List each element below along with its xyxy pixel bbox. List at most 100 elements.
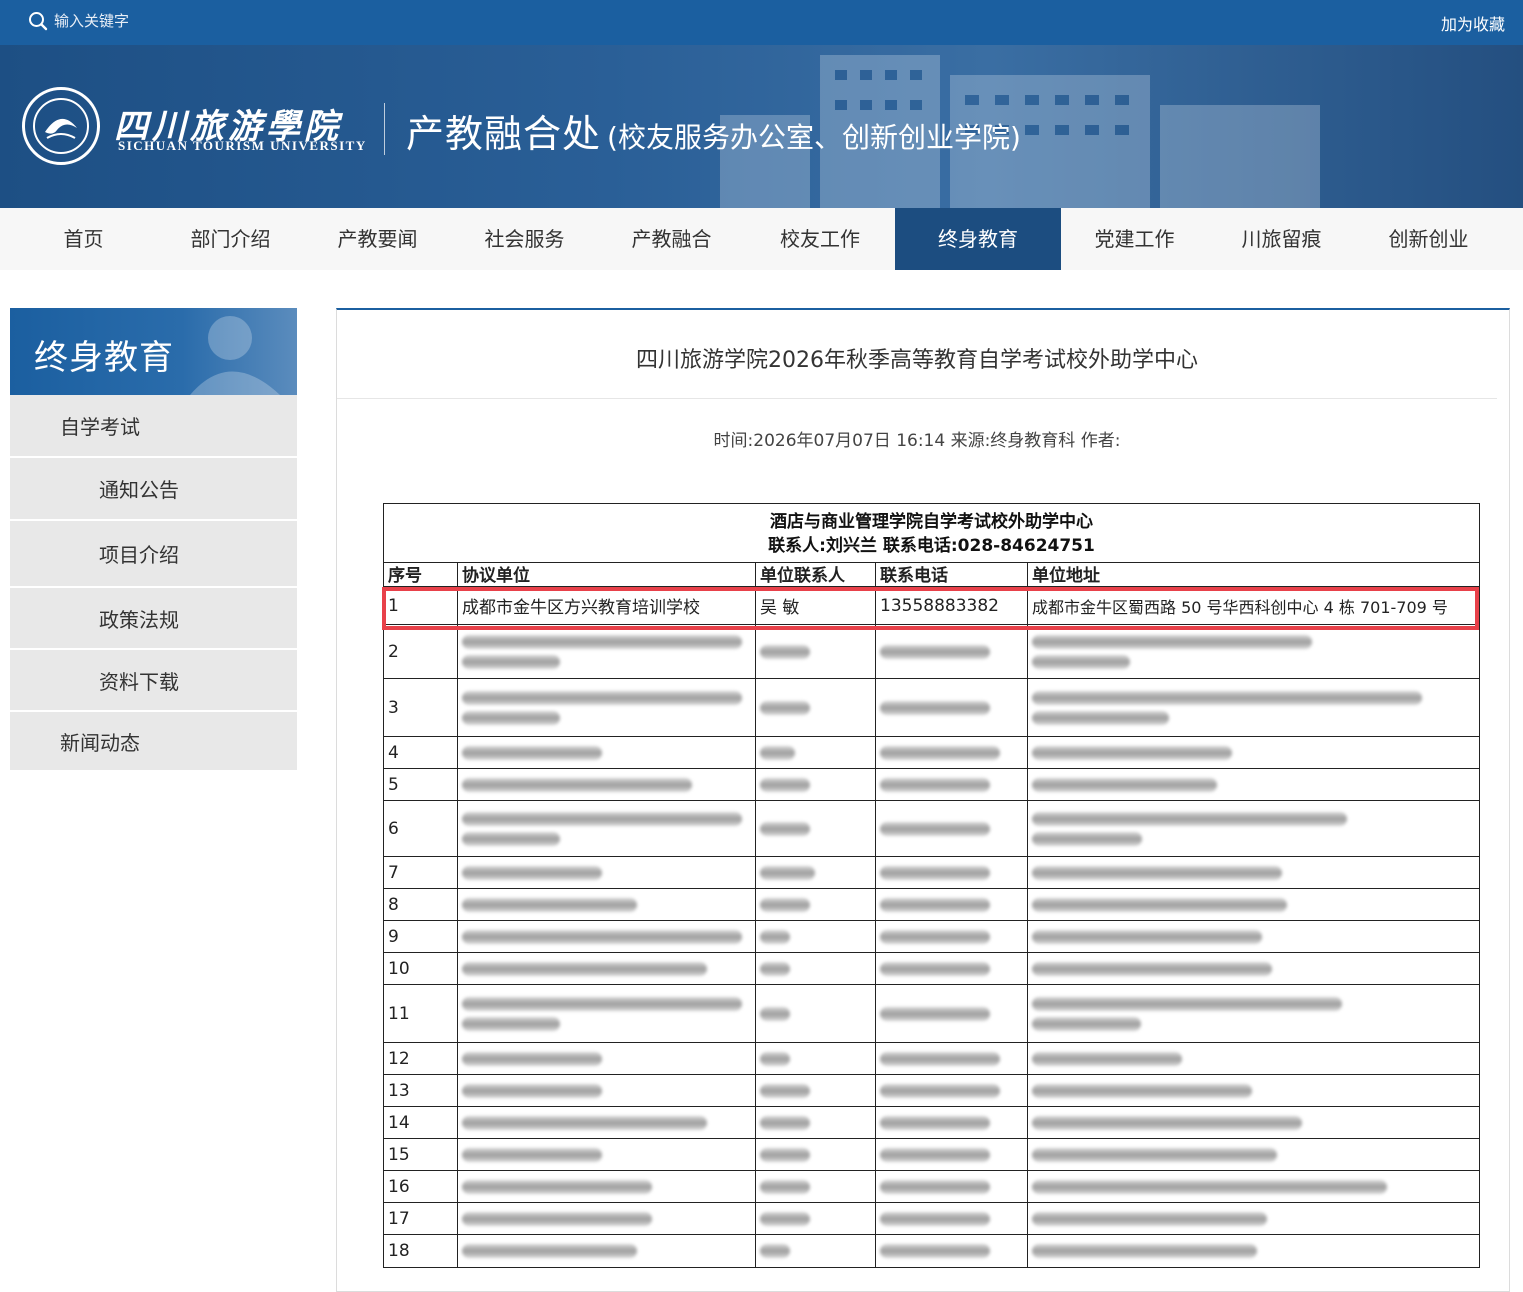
- redaction-blur: [1032, 1083, 1252, 1098]
- search-placeholder[interactable]: 输入关键字: [54, 10, 129, 31]
- redaction-blur: [760, 1051, 790, 1066]
- top-bar: 输入关键字 加为收藏: [0, 0, 1523, 45]
- redaction-blur: [1032, 929, 1262, 944]
- redaction-blur: [760, 700, 810, 715]
- row-no: 3: [384, 679, 458, 736]
- redaction-blur: [760, 961, 790, 976]
- redacted-cell: [756, 985, 876, 1042]
- redaction-blur: [1032, 1147, 1277, 1162]
- redaction-blur: [880, 929, 990, 944]
- sidebar-item-project-intro[interactable]: 项目介绍: [10, 521, 297, 588]
- redaction-blur: [462, 634, 742, 649]
- table-row: 4: [384, 737, 1479, 769]
- redaction-blur: [880, 1179, 990, 1194]
- redaction-blur: [1032, 1244, 1257, 1258]
- sidebar-item-policies[interactable]: 政策法规: [10, 588, 297, 650]
- sidebar-item-downloads[interactable]: 资料下载: [10, 650, 297, 712]
- redacted-cell: [1028, 625, 1479, 678]
- redaction-blur: [462, 1115, 707, 1130]
- sidebar-item-notices[interactable]: 通知公告: [10, 458, 297, 521]
- row-no: 5: [384, 769, 458, 800]
- row-no: 6: [384, 801, 458, 856]
- redaction-blur: [760, 1115, 810, 1130]
- row-unit: 成都市金牛区方兴教育培训学校: [458, 587, 756, 624]
- redaction-blur: [1032, 865, 1282, 880]
- redaction-blur: [760, 1179, 810, 1194]
- redacted-cell: [458, 769, 756, 800]
- sidebar-item-news[interactable]: 新闻动态: [10, 712, 297, 772]
- redacted-cell: [1028, 1139, 1479, 1170]
- redacted-cell: [756, 1139, 876, 1170]
- redacted-cell: [756, 679, 876, 736]
- banner-divider: [384, 103, 385, 155]
- redaction-blur: [760, 929, 790, 944]
- redaction-blur: [1032, 1211, 1267, 1226]
- redacted-cell: [876, 801, 1028, 856]
- table-row: 8: [384, 889, 1479, 921]
- nav-item-about[interactable]: 部门介绍: [157, 208, 304, 270]
- redaction-blur: [462, 1147, 602, 1162]
- nav-item-history[interactable]: 川旅留痕: [1208, 208, 1355, 270]
- redaction-blur: [880, 1211, 990, 1226]
- redaction-blur: [1032, 1179, 1387, 1194]
- redaction-blur: [1032, 745, 1232, 760]
- redaction-blur: [462, 929, 742, 944]
- redaction-blur: [462, 897, 637, 912]
- redaction-blur: [462, 710, 560, 725]
- redaction-blur: [462, 1016, 560, 1031]
- row-no: 1: [384, 587, 458, 624]
- redaction-blur: [462, 1051, 602, 1066]
- redaction-blur: [760, 777, 810, 792]
- redacted-cell: [1028, 921, 1479, 952]
- redaction-blur: [760, 821, 810, 836]
- redacted-cell: [756, 1043, 876, 1074]
- redaction-blur: [760, 1211, 810, 1226]
- redacted-cell: [458, 921, 756, 952]
- banner: 四川旅游學院 SICHUAN TOURISM UNIVERSITY 产教融合处 …: [0, 45, 1523, 208]
- nav-item-lifelong-education[interactable]: 终身教育: [895, 208, 1061, 270]
- redaction-blur: [1032, 710, 1169, 725]
- nav-item-innovation[interactable]: 创新创业: [1355, 208, 1502, 270]
- redacted-cell: [458, 953, 756, 984]
- nav-item-home[interactable]: 首页: [10, 208, 157, 270]
- redaction-blur: [1032, 1051, 1182, 1066]
- redacted-cell: [756, 889, 876, 920]
- nav-item-integration[interactable]: 产教融合: [598, 208, 745, 270]
- row-no: 17: [384, 1203, 458, 1234]
- redaction-blur: [880, 644, 990, 659]
- table-row: 15: [384, 1139, 1479, 1171]
- sidebar-item-self-study-exam[interactable]: 自学考试: [10, 395, 297, 458]
- table-row: 18: [384, 1235, 1479, 1267]
- nav-item-alumni[interactable]: 校友工作: [745, 208, 895, 270]
- table-row: 14: [384, 1107, 1479, 1139]
- search-box[interactable]: 输入关键字: [28, 10, 129, 31]
- redaction-blur: [1032, 1115, 1302, 1130]
- table-header-row: 序号 协议单位 单位联系人 联系电话 单位地址: [384, 563, 1479, 587]
- redaction-blur: [880, 1006, 990, 1021]
- nav-item-news[interactable]: 产教要闻: [304, 208, 451, 270]
- redaction-blur: [462, 745, 602, 760]
- redaction-blur: [462, 690, 742, 705]
- redacted-cell: [1028, 1235, 1479, 1267]
- redaction-blur: [880, 1083, 1000, 1098]
- row-no: 8: [384, 889, 458, 920]
- redacted-cell: [876, 953, 1028, 984]
- department-subtitle: (校友服务办公室、创新创业学院): [607, 121, 1021, 154]
- university-name-en: SICHUAN TOURISM UNIVERSITY: [118, 138, 367, 153]
- add-favorite-link[interactable]: 加为收藏: [1441, 11, 1505, 35]
- row-phone: 13558883382: [876, 587, 1028, 624]
- redacted-cell: [876, 921, 1028, 952]
- nav-item-social-service[interactable]: 社会服务: [451, 208, 598, 270]
- redacted-rows: 2 3 4 5 6 7 8 9 10 11 12 13 14 15 16 17 18: [384, 625, 1479, 1267]
- redacted-cell: [876, 1107, 1028, 1138]
- redaction-blur: [1032, 831, 1142, 846]
- row-address: 成都市金牛区蜀西路 50 号华西科创中心 4 栋 701-709 号: [1032, 597, 1448, 617]
- redaction-blur: [880, 745, 1000, 760]
- redacted-cell: [1028, 857, 1479, 888]
- redacted-cell: [458, 679, 756, 736]
- nav-item-party-building[interactable]: 党建工作: [1061, 208, 1208, 270]
- department-name: 产教融合处: [406, 112, 602, 156]
- redaction-blur: [462, 1179, 652, 1194]
- main-nav: 首页 部门介绍 产教要闻 社会服务 产教融合 校友工作 终身教育 党建工作 川旅…: [0, 208, 1523, 270]
- redacted-cell: [876, 1139, 1028, 1170]
